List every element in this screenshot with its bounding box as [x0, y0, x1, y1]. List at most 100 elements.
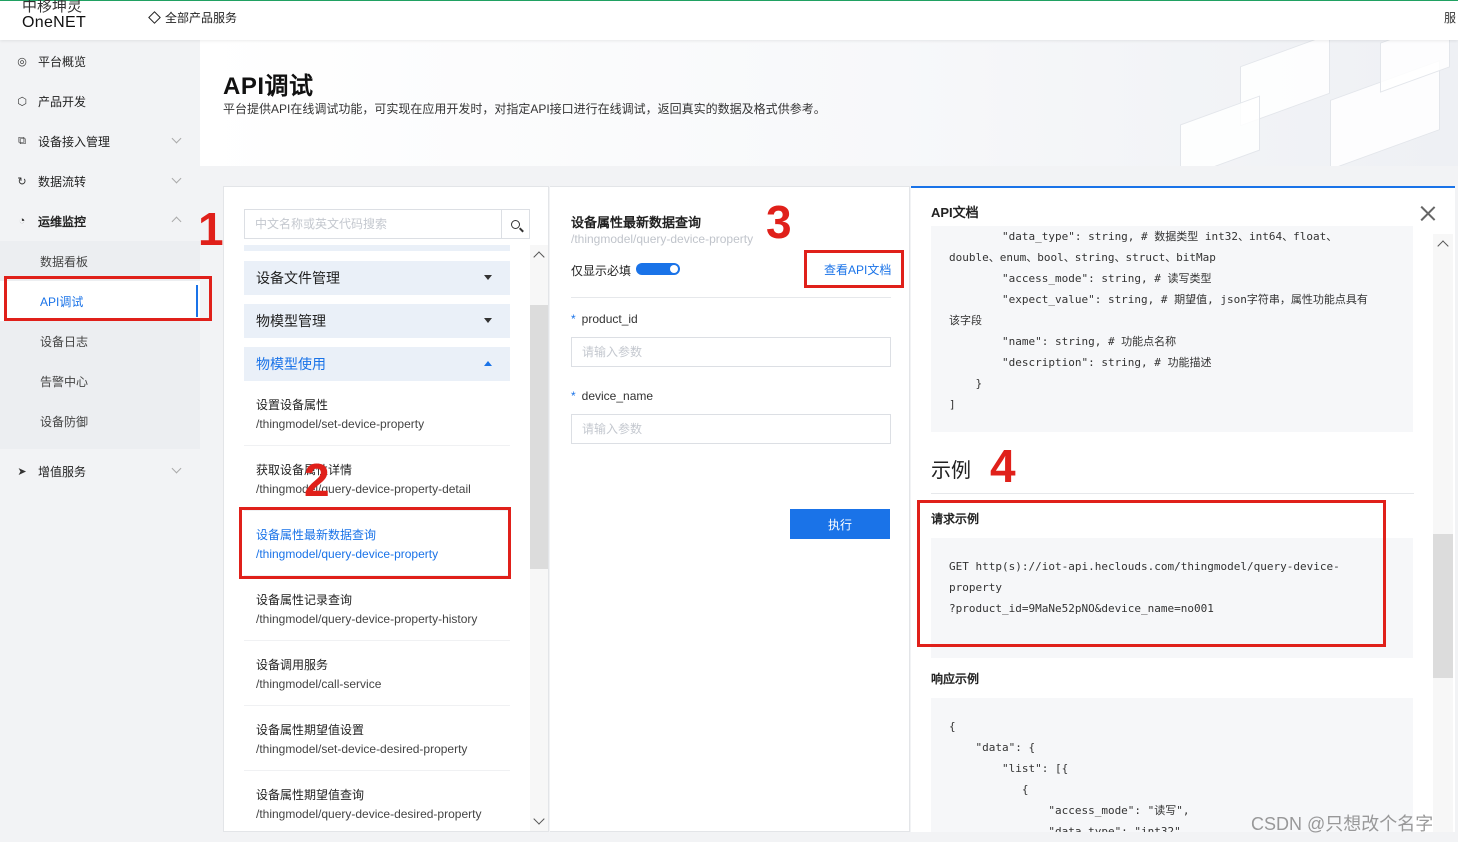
scroll-up-icon[interactable] [533, 251, 545, 263]
chevron-up-icon [171, 216, 182, 227]
device-access-icon: ⧉ [18, 134, 26, 147]
onenet-logo[interactable]: 中移坤灵 OneNET [22, 0, 87, 31]
data-flow-icon: ↻ [17, 175, 27, 188]
cube-icon: ⬡ [17, 95, 27, 108]
doc-scrollbar[interactable] [1433, 234, 1453, 832]
caret-down-icon [484, 275, 492, 280]
api-path: /thingmodel/query-device-property-histor… [256, 612, 478, 626]
required-only-toggle[interactable] [636, 263, 680, 275]
caret-up-icon [484, 361, 492, 366]
doc-title: API文档 [931, 205, 979, 220]
logo-en-text: OneNET [22, 14, 87, 31]
api-item[interactable]: 设备属性期望值查询 /thingmodel/query-device-desir… [244, 772, 510, 831]
group-label: 设备文件管理 [256, 270, 340, 286]
example-heading: 示例 [931, 460, 971, 482]
sidebar-item-value-added[interactable]: ➤ 增值服务 [0, 451, 200, 491]
watermark: CSDN @只想改个名字 [1251, 814, 1434, 834]
ops-submenu: 数据看板 API调试 设备日志 告警中心 设备防御 [0, 241, 200, 449]
group-label: 物模型管理 [256, 313, 326, 329]
sidebar-subitem-device-defense[interactable]: 设备防御 [0, 401, 200, 441]
chevron-down-icon [171, 173, 182, 184]
page-header: API调试 平台提供API在线调试功能，可实现在应用开发时，对指定API接口进行… [200, 40, 1458, 166]
group-thing-model-manage[interactable]: 物模型管理 [244, 304, 510, 338]
api-path: /thingmodel/query-device-desired-propert… [256, 807, 482, 821]
param-name: product_id [581, 312, 638, 326]
api-path: /thingmodel/query-device-property-detail [256, 482, 471, 496]
group-device-file[interactable]: 设备文件管理 [244, 261, 510, 295]
api-path: /thingmodel/set-device-property [256, 417, 425, 431]
dashboard-icon: ◎ [17, 55, 27, 68]
search-button[interactable] [501, 210, 529, 238]
divider [571, 297, 891, 298]
api-name: 设备属性期望值设置 [256, 723, 365, 737]
api-name: 设备调用服务 [256, 658, 329, 672]
api-item[interactable]: 获取设备属性详情 /thingmodel/query-device-proper… [244, 447, 510, 511]
annotation-box-1 [4, 276, 212, 321]
annotation-number-1: 1 [198, 203, 224, 255]
top-bar: 中移坤灵 OneNET 全部产品服务 服 [0, 0, 1458, 40]
sidebar-item-overview[interactable]: ◎ 平台概览 [0, 41, 200, 81]
sidebar-item-label: 数据流转 [38, 174, 87, 189]
sidebar-subitem-alarm-center[interactable]: 告警中心 [0, 361, 200, 401]
search-box [244, 209, 530, 239]
annotation-box-2 [239, 507, 511, 579]
group-thing-model-use[interactable]: 物模型使用 [244, 347, 510, 381]
api-name: 设备属性记录查询 [256, 593, 353, 607]
sidebar-item-label: 产品开发 [38, 94, 87, 109]
sidebar-item-label: 运维监控 [38, 214, 87, 229]
required-only-label: 仅显示必填 [571, 264, 632, 278]
scroll-up-icon[interactable] [1437, 240, 1449, 252]
annotation-box-4 [917, 500, 1386, 647]
decor-cube [1180, 95, 1260, 166]
close-icon[interactable] [1420, 205, 1436, 221]
all-products-label: 全部产品服务 [165, 11, 238, 25]
scroll-down-icon[interactable] [533, 813, 545, 825]
sidebar-item-device-access[interactable]: ⧉ 设备接入管理 [0, 121, 200, 161]
form-api-path: /thingmodel/query-device-property [571, 232, 754, 246]
annotation-number-4: 4 [990, 440, 1016, 492]
api-item[interactable]: 设备属性记录查询 /thingmodel/query-device-proper… [244, 577, 510, 641]
divider [931, 493, 1414, 494]
api-item[interactable]: 设备属性期望值设置 /thingmodel/set-device-desired… [244, 707, 510, 771]
param-label-product-id: * product_id [571, 312, 638, 326]
response-example-label: 响应示例 [931, 672, 980, 686]
search-input[interactable] [245, 210, 501, 238]
api-item[interactable]: 设备调用服务 /thingmodel/call-service [244, 642, 510, 706]
device-name-input[interactable] [571, 414, 891, 444]
monitor-icon: ◔ [18, 215, 26, 227]
diamond-icon [148, 11, 161, 24]
sidebar: ◎ 平台概览 ⬡ 产品开发 ⧉ 设备接入管理 ↻ 数据流转 ◔ 运维监控 数据看… [0, 40, 200, 842]
sidebar-item-product-dev[interactable]: ⬡ 产品开发 [0, 81, 200, 121]
api-name: 设置设备属性 [256, 398, 329, 412]
annotation-number-3: 3 [766, 196, 792, 248]
group-label: 物模型使用 [256, 356, 326, 372]
page-title: API调试 [223, 73, 314, 100]
top-right-menu[interactable]: 服 [1444, 9, 1456, 26]
product-id-input[interactable] [571, 337, 891, 367]
sidebar-item-label: 设备接入管理 [38, 134, 111, 149]
scrollbar-thumb[interactable] [1433, 534, 1453, 678]
sidebar-item-label: 增值服务 [38, 464, 87, 479]
api-name: 获取设备属性详情 [256, 463, 353, 477]
list-scrollbar[interactable] [530, 245, 548, 831]
doc-code-block: "data_type": string, # 数据类型 int32、int64、… [931, 226, 1413, 432]
sidebar-subitem-data-board[interactable]: 数据看板 [0, 241, 200, 281]
group-strip [244, 245, 510, 251]
api-path: /thingmodel/set-device-desired-property [256, 742, 468, 756]
api-item[interactable]: 设置设备属性 /thingmodel/set-device-property [244, 382, 510, 446]
sidebar-item-ops-monitor[interactable]: ◔ 运维监控 [0, 201, 200, 241]
execute-button[interactable]: 执行 [790, 509, 890, 539]
logo-cn-text: 中移坤灵 [22, 0, 83, 15]
chevron-down-icon [171, 133, 182, 144]
param-name: device_name [581, 389, 654, 403]
api-name: 设备属性期望值查询 [256, 788, 365, 802]
scrollbar-thumb[interactable] [530, 305, 548, 569]
sidebar-item-label: 平台概览 [38, 54, 87, 69]
send-icon: ➤ [17, 465, 27, 478]
sidebar-subitem-device-log[interactable]: 设备日志 [0, 321, 200, 361]
required-mark: * [571, 312, 576, 326]
all-products-menu[interactable]: 全部产品服务 [148, 9, 238, 26]
required-mark: * [571, 389, 576, 403]
sidebar-item-data-flow[interactable]: ↻ 数据流转 [0, 161, 200, 201]
annotation-box-3 [804, 250, 904, 288]
